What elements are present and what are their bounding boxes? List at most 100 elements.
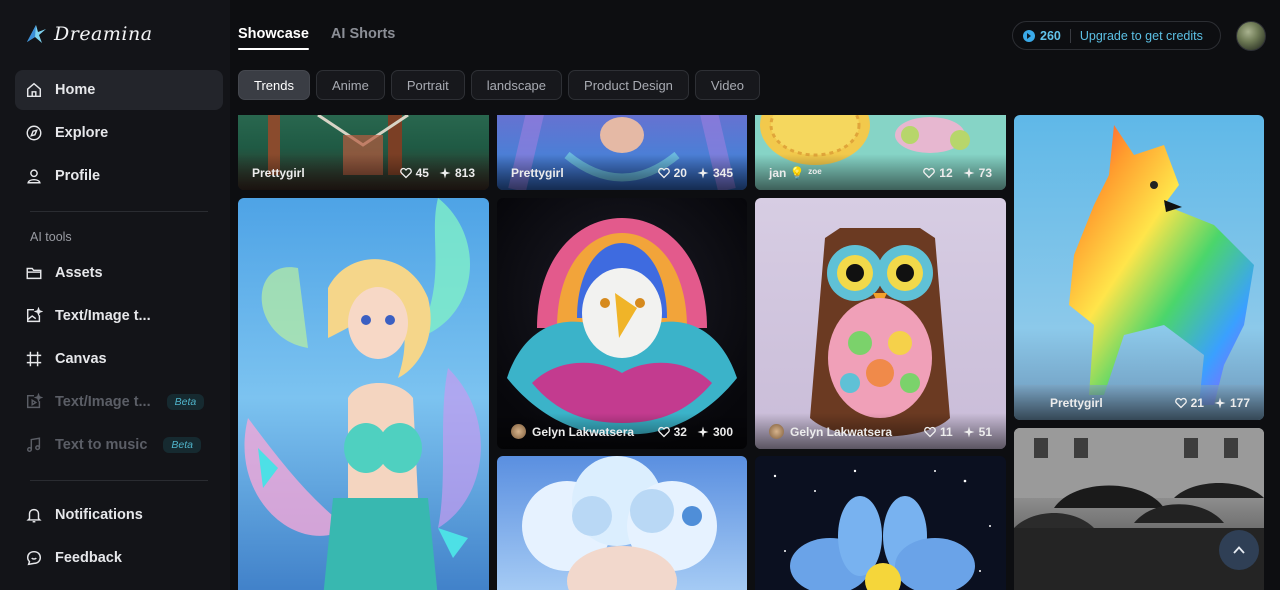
sidebar-divider [30,211,208,212]
folder-icon [26,267,42,280]
use-value: 177 [1229,396,1250,410]
credit-balance: 260 [1040,28,1061,43]
card-author: Prettygirl [252,166,305,180]
sparkle-icon [963,426,975,438]
heart-icon [657,167,670,179]
content-tabs: Showcase AI Shorts [238,26,395,50]
like-count[interactable]: 21 [1174,396,1204,410]
use-count[interactable]: 177 [1214,396,1250,410]
heart-icon [1174,397,1187,409]
author-avatar [511,424,526,439]
sidebar-item-feedback[interactable]: Feedback [15,538,223,578]
author-name: Gelyn Lakwatsera [532,424,635,439]
like-value: 11 [939,425,953,439]
use-value: 73 [978,166,992,180]
filter-product-design[interactable]: Product Design [568,70,689,100]
gallery-card[interactable]: Gelyn Lakwatsera 32 300 [497,198,747,449]
sidebar-item-text-image-to-video[interactable]: Text/Image t... Beta [15,382,223,422]
card-image [507,218,737,435]
credit-icon [1023,29,1035,42]
sparkle-icon [697,426,709,438]
sidebar-item-canvas[interactable]: Canvas [15,339,223,379]
card-author: Gelyn Lakwatsera [511,424,634,439]
card-image [773,469,991,590]
tab-showcase[interactable]: Showcase [238,26,309,50]
use-count[interactable]: 51 [963,425,992,439]
sidebar-divider [30,480,208,481]
like-count[interactable]: 12 [923,166,953,180]
gallery-card[interactable] [238,198,489,590]
use-value: 813 [454,166,475,180]
canvas-icon [26,351,42,367]
showcase-gallery: Prettygirl 45 813 Prettygirl 20 345 jan … [238,115,1264,590]
gallery-card[interactable] [497,456,747,590]
sidebar-item-notifications[interactable]: Notifications [15,495,223,535]
like-value: 45 [415,166,429,180]
filter-anime[interactable]: Anime [315,70,385,100]
heart-icon [923,167,936,179]
beta-badge: Beta [163,437,201,453]
sparkle-icon [963,167,975,179]
card-image [522,456,717,590]
like-value: 21 [1190,396,1204,410]
tab-ai-shorts[interactable]: AI Shorts [331,26,395,50]
home-icon [26,82,42,98]
gallery-card[interactable]: jan 💡 ᶻᵒᵉ 12 73 [755,115,1006,190]
use-count[interactable]: 345 [697,166,733,180]
credits-pill[interactable]: 260 Upgrade to get credits [1012,21,1221,50]
section-label-ai-tools: AI tools [30,230,72,244]
use-count[interactable]: 73 [963,166,992,180]
like-value: 32 [673,425,687,439]
music-icon [26,437,41,453]
gallery-card[interactable] [755,456,1006,590]
sidebar-item-label: Assets [55,265,103,281]
card-author: Prettygirl [1050,396,1103,410]
sidebar-item-label: Explore [55,125,109,141]
beta-badge: Beta [166,394,205,410]
filter-trends[interactable]: Trends [238,70,310,100]
sidebar-item-explore[interactable]: Explore [15,113,223,153]
author-name: Gelyn Lakwatsera [790,424,893,439]
like-count[interactable]: 11 [924,425,953,439]
card-author: jan 💡 ᶻᵒᵉ [769,166,822,180]
use-value: 345 [712,166,733,180]
sidebar-item-profile[interactable]: Profile [15,156,223,196]
gallery-card[interactable]: Gelyn Lakwatsera 11 51 [755,198,1006,449]
like-value: 20 [673,166,687,180]
like-value: 12 [939,166,953,180]
gallery-card[interactable]: Prettygirl 45 813 [238,115,489,190]
sidebar-item-label: Home [55,82,96,98]
like-count[interactable]: 45 [399,166,429,180]
filter-video[interactable]: Video [694,70,760,100]
upgrade-credits-link[interactable]: Upgrade to get credits [1080,29,1203,43]
like-count[interactable]: 20 [657,166,687,180]
filter-landscape[interactable]: landscape [470,70,563,100]
sidebar-item-label: Text/Image t... [55,394,151,410]
author-avatar [769,424,784,439]
sidebar-item-label: Profile [55,168,101,184]
filter-portrait[interactable]: Portrait [390,70,465,100]
use-count[interactable]: 813 [439,166,475,180]
heart-icon [924,426,936,438]
card-meta: jan 💡 ᶻᵒᵉ 12 73 [755,154,1006,190]
bell-icon [26,508,42,523]
credit-divider [1069,28,1071,43]
gallery-card[interactable]: Prettygirl 21 177 [1014,115,1264,420]
use-value: 300 [712,425,733,439]
sidebar-item-home[interactable]: Home [15,70,223,110]
chevron-up-icon [1233,546,1245,554]
app-logo[interactable]: Dreamina [24,22,153,46]
sidebar-item-assets[interactable]: Assets [15,253,223,293]
sidebar-item-text-to-music[interactable]: Text to music Beta [15,425,223,465]
card-image [1014,125,1264,420]
use-count[interactable]: 300 [697,425,733,439]
user-avatar[interactable] [1236,21,1266,51]
card-image [244,198,481,590]
scroll-to-top-button[interactable] [1219,530,1259,570]
app-name: Dreamina [54,23,153,45]
gallery-card[interactable]: Prettygirl 20 345 [497,115,747,190]
sidebar: Dreamina Home Explore Profile AI tools A… [0,0,230,590]
sidebar-item-label: Notifications [55,507,143,523]
sidebar-item-text-image-to-image[interactable]: Text/Image t... [15,296,223,336]
like-count[interactable]: 32 [657,425,687,439]
